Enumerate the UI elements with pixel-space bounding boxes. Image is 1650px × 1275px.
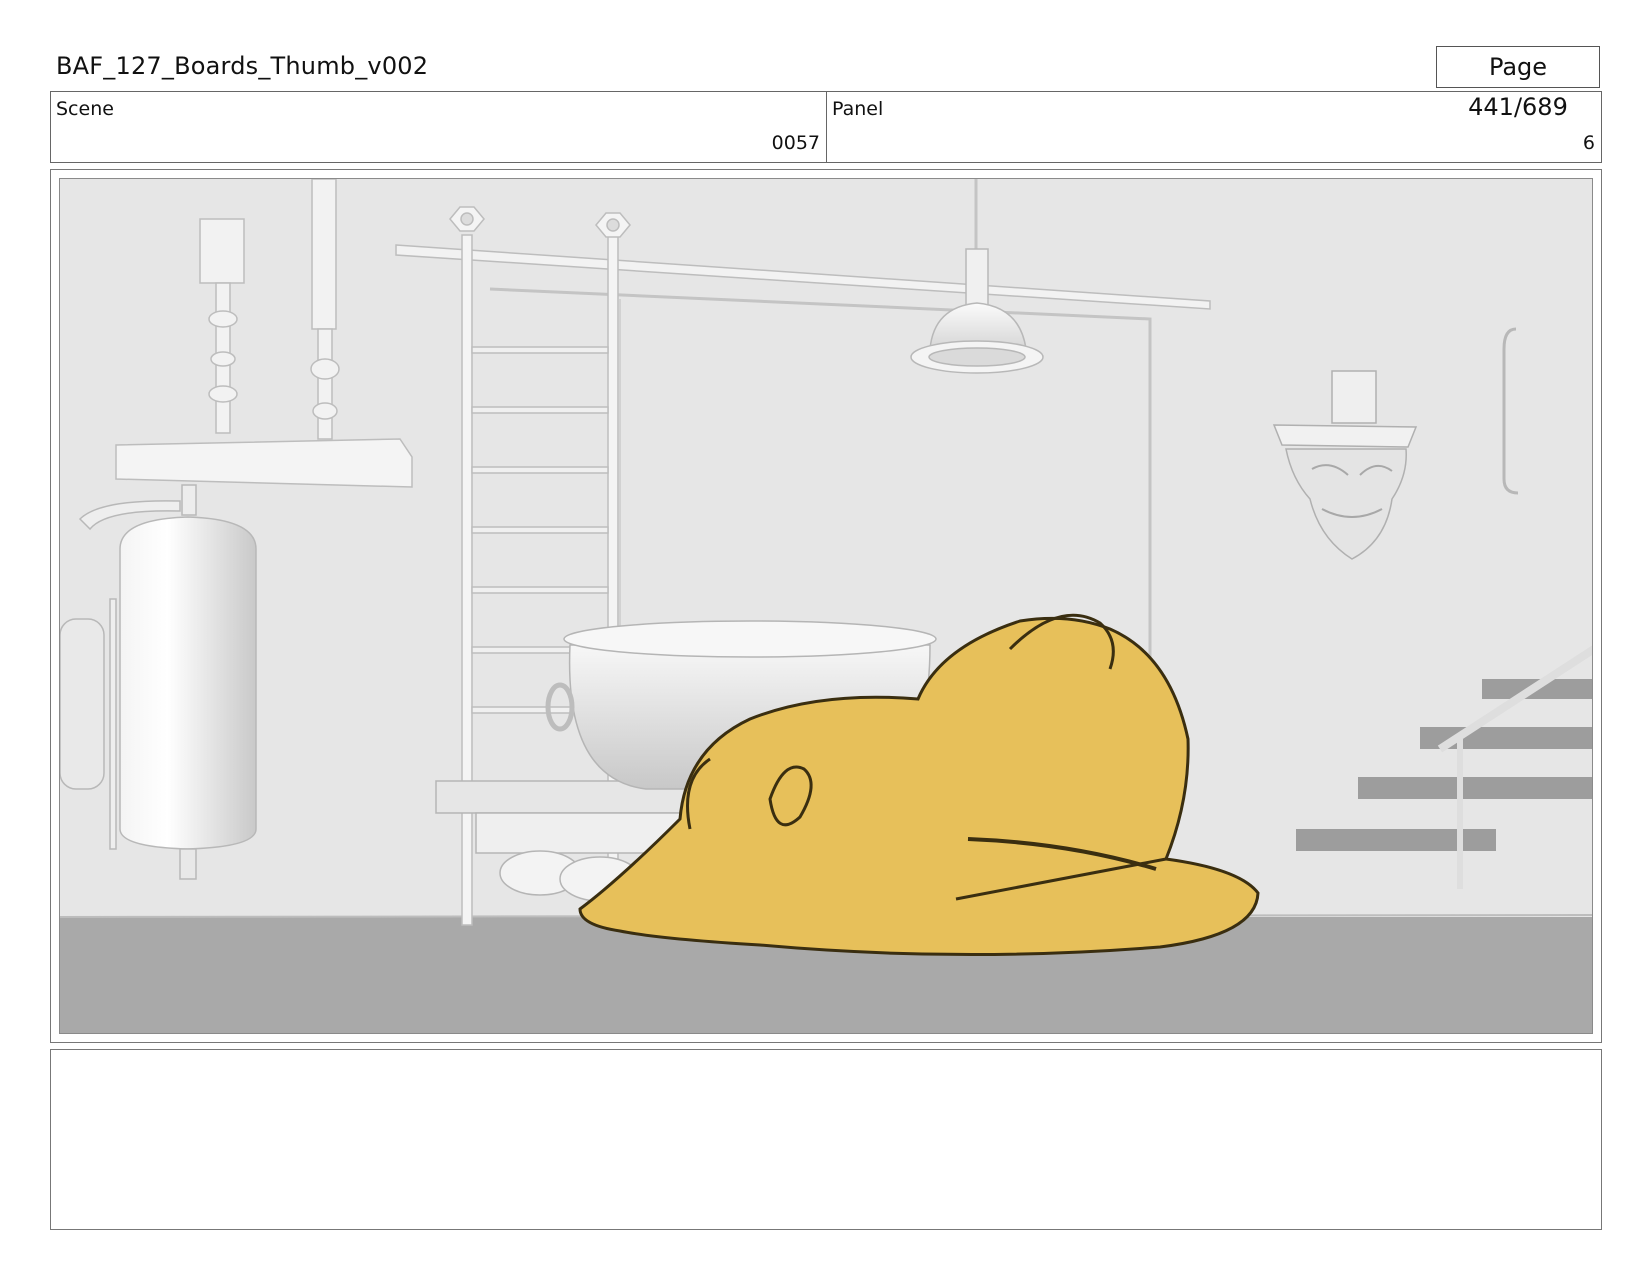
scene-panel-info: Scene 0057 Panel 6	[50, 91, 1602, 163]
notes-box	[50, 1049, 1602, 1230]
scene-number: 0057	[771, 132, 820, 154]
scene-cell: Scene 0057	[51, 92, 827, 162]
round-shelf	[115, 438, 413, 488]
scene-label: Scene	[56, 98, 114, 120]
storyboard-illustration	[60, 179, 1592, 1033]
panel-label: Panel	[832, 98, 884, 120]
document-title: BAF_127_Boards_Thumb_v002	[56, 52, 429, 80]
panel-number: 6	[1582, 132, 1595, 154]
panel-cell: Panel 6	[827, 92, 1601, 162]
storyboard-frame	[50, 169, 1602, 1043]
page-number: Page 441/689	[1436, 46, 1600, 121]
storyboard-image	[59, 178, 1593, 1034]
